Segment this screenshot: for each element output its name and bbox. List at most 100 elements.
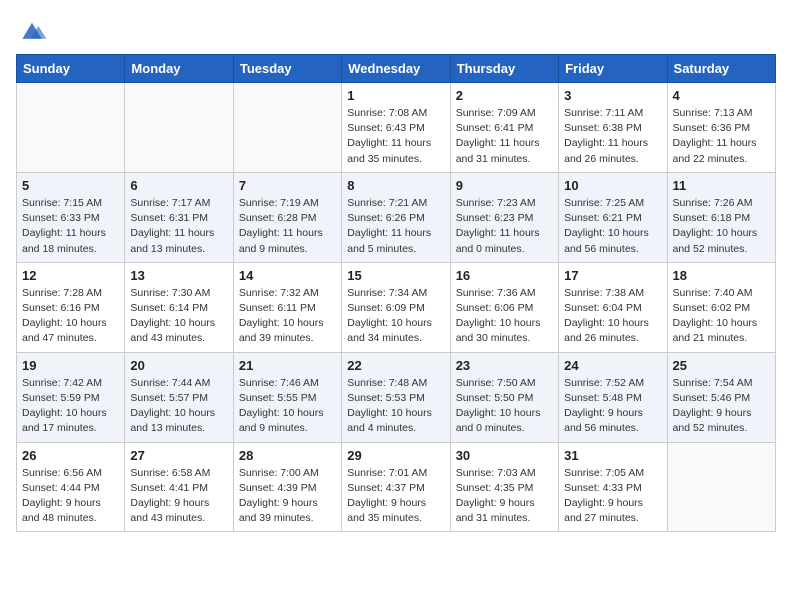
day-number: 31 bbox=[564, 448, 661, 463]
calendar-cell: 18Sunrise: 7:40 AMSunset: 6:02 PMDayligh… bbox=[667, 262, 775, 352]
calendar-week-1: 1 Sunrise: 7:08 AMSunset: 6:43 PMDaylight… bbox=[17, 83, 776, 173]
day-info: Sunrise: 7:54 AMSunset: 5:46 PMDaylight:… bbox=[673, 376, 770, 437]
day-number: 19 bbox=[22, 358, 119, 373]
day-info: Sunrise: 7:38 AMSunset: 6:04 PMDaylight:… bbox=[564, 286, 661, 347]
day-number: 3 bbox=[564, 88, 661, 103]
day-number: 17 bbox=[564, 268, 661, 283]
day-info: Sunrise: 7:21 AMSunset: 6:26 PMDaylight:… bbox=[347, 196, 444, 257]
calendar-cell: 17 Sunrise: 7:38 AMSunset: 6:04 PMDayligh… bbox=[559, 262, 667, 352]
calendar-cell: 16 Sunrise: 7:36 AMSunset: 6:06 PMDayligh… bbox=[450, 262, 558, 352]
calendar-cell: 29 Sunrise: 7:01 AMSunset: 4:37 PMDayligh… bbox=[342, 442, 450, 532]
day-info: Sunrise: 7:46 AMSunset: 5:55 PMDaylight:… bbox=[239, 376, 336, 437]
calendar-cell: 11 Sunrise: 7:26 AMSunset: 6:18 PMDayligh… bbox=[667, 172, 775, 262]
day-info: Sunrise: 7:05 AMSunset: 4:33 PMDaylight:… bbox=[564, 466, 661, 527]
calendar-cell: 20 Sunrise: 7:44 AMSunset: 5:57 PMDayligh… bbox=[125, 352, 233, 442]
day-number: 8 bbox=[347, 178, 444, 193]
day-number: 16 bbox=[456, 268, 553, 283]
day-number: 18 bbox=[673, 268, 770, 283]
day-number: 11 bbox=[673, 178, 770, 193]
calendar-cell: 10 Sunrise: 7:25 AMSunset: 6:21 PMDayligh… bbox=[559, 172, 667, 262]
header-tuesday: Tuesday bbox=[233, 55, 341, 83]
day-number: 7 bbox=[239, 178, 336, 193]
day-info: Sunrise: 7:28 AMSunset: 6:16 PMDaylight:… bbox=[22, 286, 119, 347]
day-info: Sunrise: 7:32 AMSunset: 6:11 PMDaylight:… bbox=[239, 286, 336, 347]
calendar-cell: 21 Sunrise: 7:46 AMSunset: 5:55 PMDayligh… bbox=[233, 352, 341, 442]
day-info: Sunrise: 7:25 AMSunset: 6:21 PMDaylight:… bbox=[564, 196, 661, 257]
calendar-cell: 8 Sunrise: 7:21 AMSunset: 6:26 PMDaylight… bbox=[342, 172, 450, 262]
day-info: Sunrise: 7:19 AMSunset: 6:28 PMDaylight:… bbox=[239, 196, 336, 257]
calendar-cell: 14 Sunrise: 7:32 AMSunset: 6:11 PMDayligh… bbox=[233, 262, 341, 352]
calendar-cell: 5Sunrise: 7:15 AMSunset: 6:33 PMDaylight… bbox=[17, 172, 125, 262]
day-info: Sunrise: 7:36 AMSunset: 6:06 PMDaylight:… bbox=[456, 286, 553, 347]
day-info: Sunrise: 6:56 AMSunset: 4:44 PMDaylight:… bbox=[22, 466, 119, 527]
header-saturday: Saturday bbox=[667, 55, 775, 83]
day-number: 27 bbox=[130, 448, 227, 463]
header-friday: Friday bbox=[559, 55, 667, 83]
day-info: Sunrise: 7:23 AMSunset: 6:23 PMDaylight:… bbox=[456, 196, 553, 257]
calendar-cell: 15Sunrise: 7:34 AMSunset: 6:09 PMDayligh… bbox=[342, 262, 450, 352]
day-number: 10 bbox=[564, 178, 661, 193]
day-info: Sunrise: 7:44 AMSunset: 5:57 PMDaylight:… bbox=[130, 376, 227, 437]
day-number: 14 bbox=[239, 268, 336, 283]
calendar-cell: 30Sunrise: 7:03 AMSunset: 4:35 PMDayligh… bbox=[450, 442, 558, 532]
calendar-cell: 31 Sunrise: 7:05 AMSunset: 4:33 PMDayligh… bbox=[559, 442, 667, 532]
day-number: 29 bbox=[347, 448, 444, 463]
header-thursday: Thursday bbox=[450, 55, 558, 83]
calendar-cell: 23 Sunrise: 7:50 AMSunset: 5:50 PMDayligh… bbox=[450, 352, 558, 442]
day-info: Sunrise: 7:52 AMSunset: 5:48 PMDaylight:… bbox=[564, 376, 661, 437]
day-info: Sunrise: 7:01 AMSunset: 4:37 PMDaylight:… bbox=[347, 466, 444, 527]
calendar-week-5: 26 Sunrise: 6:56 AMSunset: 4:44 PMDayligh… bbox=[17, 442, 776, 532]
day-info: Sunrise: 7:00 AMSunset: 4:39 PMDaylight:… bbox=[239, 466, 336, 527]
calendar-cell bbox=[233, 83, 341, 173]
day-number: 4 bbox=[673, 88, 770, 103]
calendar-cell: 27 Sunrise: 6:58 AMSunset: 4:41 PMDayligh… bbox=[125, 442, 233, 532]
day-number: 20 bbox=[130, 358, 227, 373]
day-number: 23 bbox=[456, 358, 553, 373]
calendar-cell: 24Sunrise: 7:52 AMSunset: 5:48 PMDayligh… bbox=[559, 352, 667, 442]
day-number: 1 bbox=[347, 88, 444, 103]
calendar-cell bbox=[667, 442, 775, 532]
day-info: Sunrise: 7:13 AMSunset: 6:36 PMDaylight:… bbox=[673, 106, 770, 167]
day-info: Sunrise: 7:30 AMSunset: 6:14 PMDaylight:… bbox=[130, 286, 227, 347]
day-info: Sunrise: 7:09 AMSunset: 6:41 PMDaylight:… bbox=[456, 106, 553, 167]
logo bbox=[16, 16, 52, 44]
day-number: 22 bbox=[347, 358, 444, 373]
day-number: 26 bbox=[22, 448, 119, 463]
day-number: 21 bbox=[239, 358, 336, 373]
day-info: Sunrise: 7:50 AMSunset: 5:50 PMDaylight:… bbox=[456, 376, 553, 437]
logo-icon bbox=[16, 16, 48, 44]
day-info: Sunrise: 7:11 AMSunset: 6:38 PMDaylight:… bbox=[564, 106, 661, 167]
day-info: Sunrise: 7:17 AMSunset: 6:31 PMDaylight:… bbox=[130, 196, 227, 257]
calendar-cell bbox=[125, 83, 233, 173]
day-number: 9 bbox=[456, 178, 553, 193]
calendar-cell: 12Sunrise: 7:28 AMSunset: 6:16 PMDayligh… bbox=[17, 262, 125, 352]
calendar-cell: 25 Sunrise: 7:54 AMSunset: 5:46 PMDayligh… bbox=[667, 352, 775, 442]
calendar-cell: 22Sunrise: 7:48 AMSunset: 5:53 PMDayligh… bbox=[342, 352, 450, 442]
day-number: 2 bbox=[456, 88, 553, 103]
day-number: 30 bbox=[456, 448, 553, 463]
day-info: Sunrise: 7:42 AMSunset: 5:59 PMDaylight:… bbox=[22, 376, 119, 437]
day-number: 25 bbox=[673, 358, 770, 373]
calendar-cell: 9 Sunrise: 7:23 AMSunset: 6:23 PMDaylight… bbox=[450, 172, 558, 262]
day-number: 6 bbox=[130, 178, 227, 193]
calendar-table: SundayMondayTuesdayWednesdayThursdayFrid… bbox=[16, 54, 776, 532]
calendar-cell: 6 Sunrise: 7:17 AMSunset: 6:31 PMDaylight… bbox=[125, 172, 233, 262]
day-info: Sunrise: 7:08 AMSunset: 6:43 PMDaylight:… bbox=[347, 106, 444, 167]
calendar-cell: 26 Sunrise: 6:56 AMSunset: 4:44 PMDayligh… bbox=[17, 442, 125, 532]
calendar-cell: 13Sunrise: 7:30 AMSunset: 6:14 PMDayligh… bbox=[125, 262, 233, 352]
calendar-week-3: 12Sunrise: 7:28 AMSunset: 6:16 PMDayligh… bbox=[17, 262, 776, 352]
calendar-cell: 28 Sunrise: 7:00 AMSunset: 4:39 PMDayligh… bbox=[233, 442, 341, 532]
day-info: Sunrise: 6:58 AMSunset: 4:41 PMDaylight:… bbox=[130, 466, 227, 527]
calendar-cell: 3 Sunrise: 7:11 AMSunset: 6:38 PMDaylight… bbox=[559, 83, 667, 173]
calendar-header-row: SundayMondayTuesdayWednesdayThursdayFrid… bbox=[17, 55, 776, 83]
calendar-cell: 4 Sunrise: 7:13 AMSunset: 6:36 PMDaylight… bbox=[667, 83, 775, 173]
calendar-cell: 19 Sunrise: 7:42 AMSunset: 5:59 PMDayligh… bbox=[17, 352, 125, 442]
calendar-cell: 1 Sunrise: 7:08 AMSunset: 6:43 PMDaylight… bbox=[342, 83, 450, 173]
day-number: 15 bbox=[347, 268, 444, 283]
day-number: 28 bbox=[239, 448, 336, 463]
calendar-cell: 7 Sunrise: 7:19 AMSunset: 6:28 PMDaylight… bbox=[233, 172, 341, 262]
page-header bbox=[16, 16, 776, 44]
calendar-week-4: 19 Sunrise: 7:42 AMSunset: 5:59 PMDayligh… bbox=[17, 352, 776, 442]
day-info: Sunrise: 7:26 AMSunset: 6:18 PMDaylight:… bbox=[673, 196, 770, 257]
calendar-cell bbox=[17, 83, 125, 173]
